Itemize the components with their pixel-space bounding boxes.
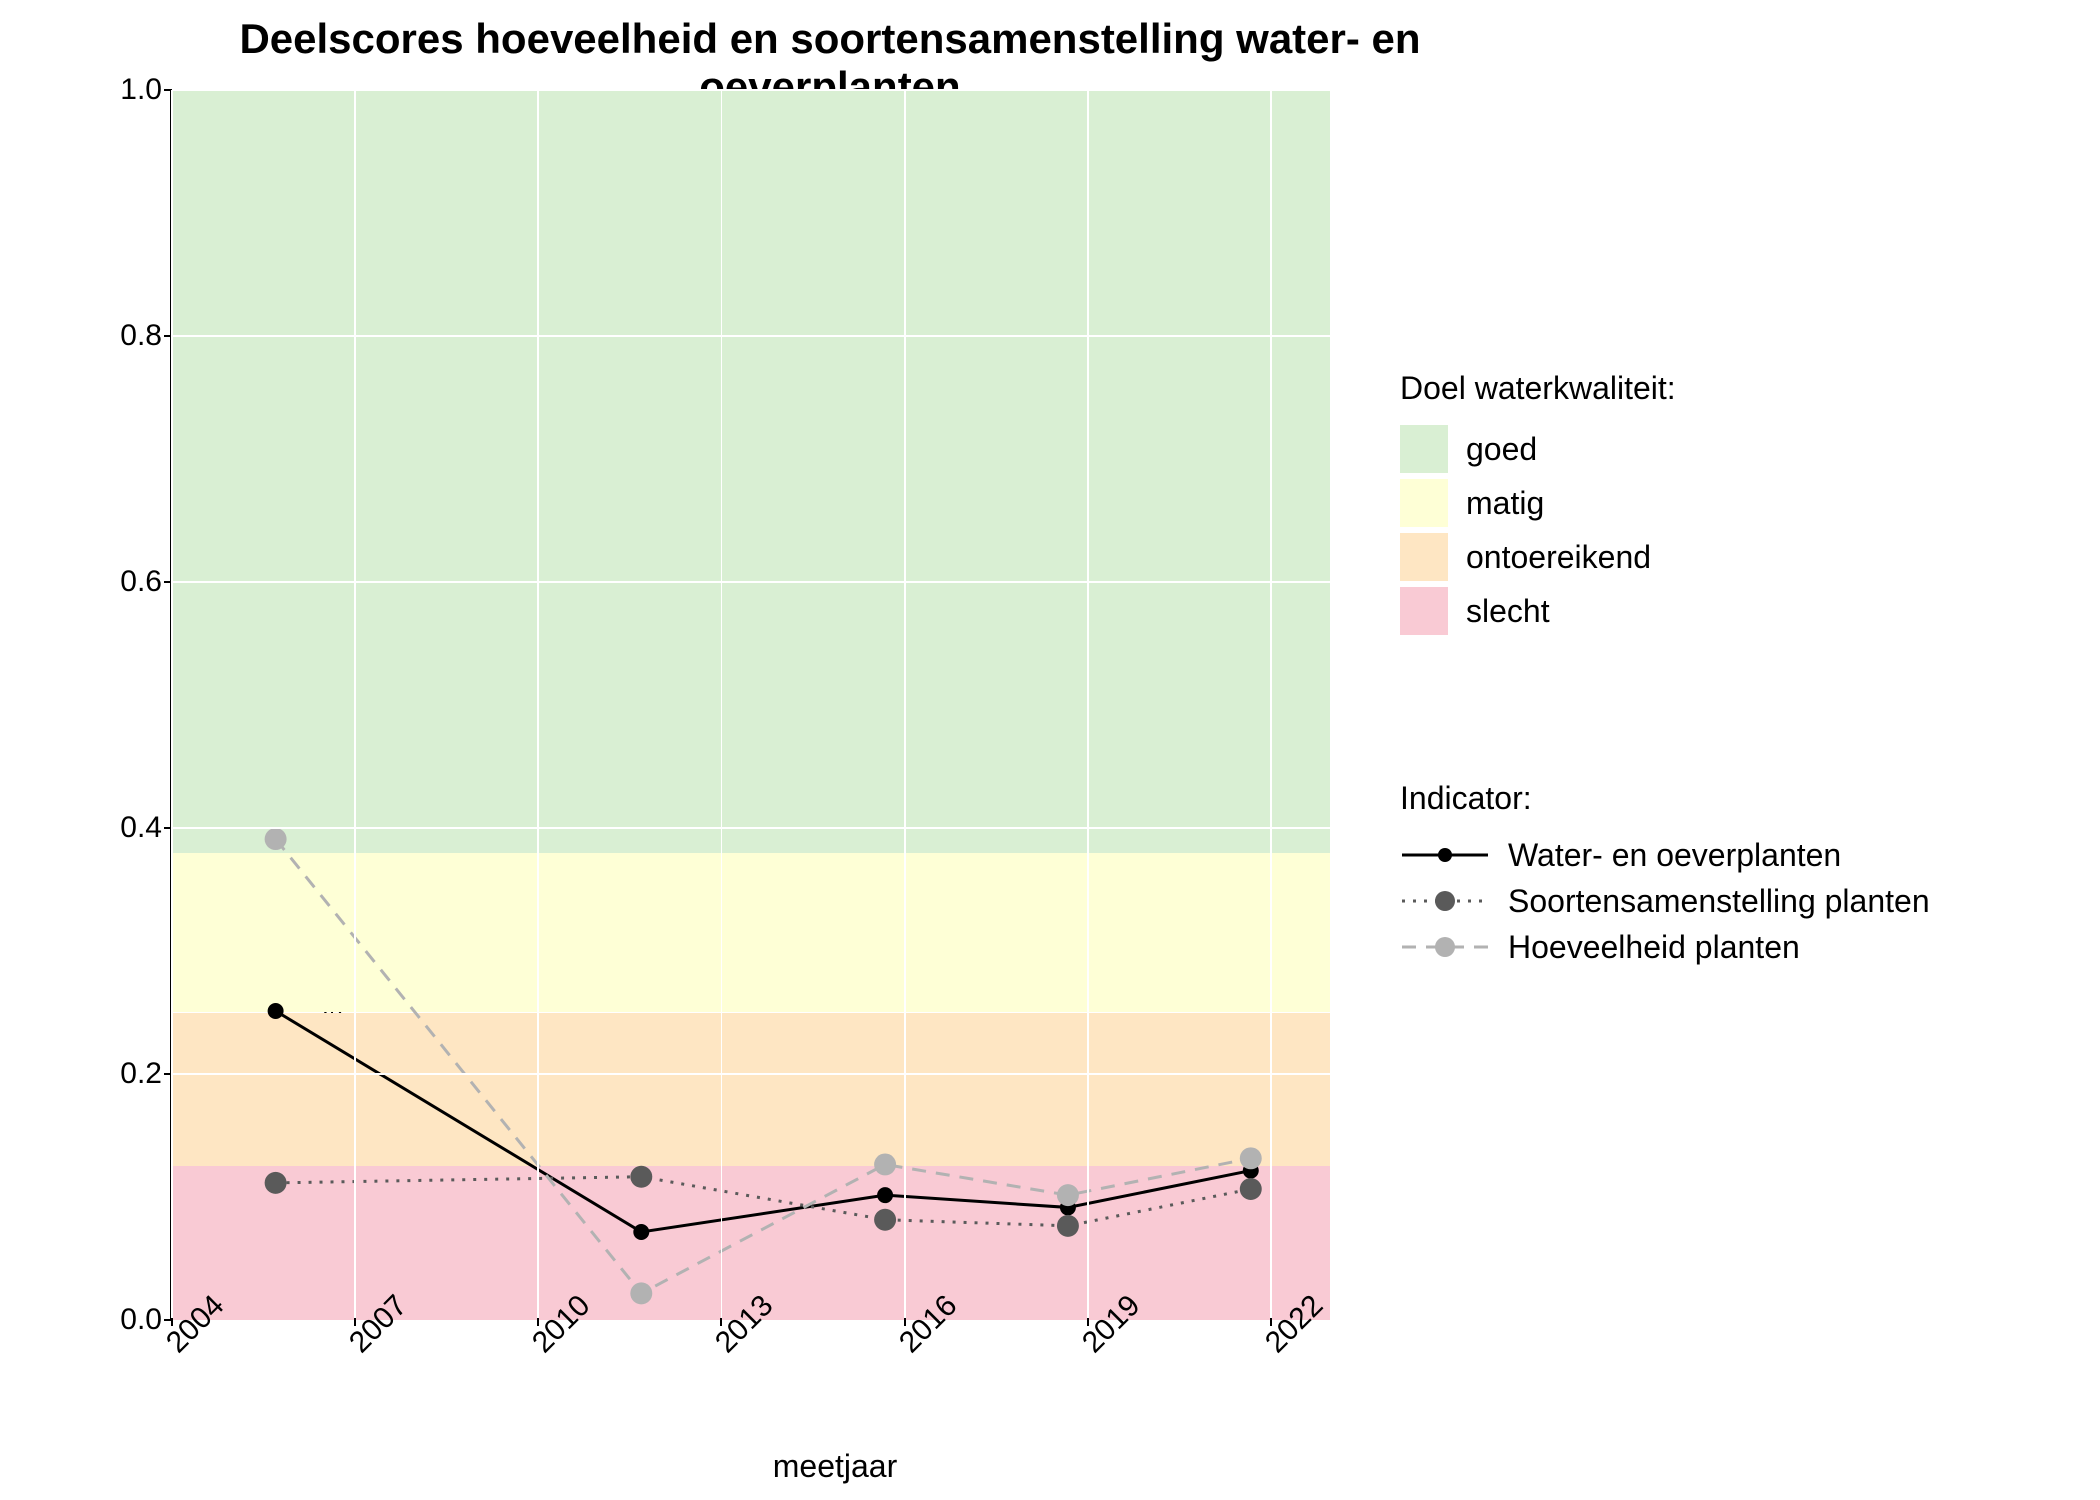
gridline-v <box>171 90 173 1318</box>
data-point <box>1240 1147 1262 1169</box>
ytick-label: 0.4 <box>120 811 172 845</box>
line-layer <box>172 90 1330 1318</box>
gridline-h <box>172 827 1330 829</box>
data-point <box>874 1153 896 1175</box>
data-point <box>874 1209 896 1231</box>
legend-swatch <box>1400 533 1448 581</box>
gridline-v <box>721 90 723 1318</box>
legend-series-row: Water- en oeverplanten <box>1400 835 1930 875</box>
series-line <box>276 839 1251 1293</box>
legend-series-row: Hoeveelheid planten <box>1400 927 1930 967</box>
legend-bands-title: Doel waterkwaliteit: <box>1400 370 1676 407</box>
x-axis-label: meetjaar <box>170 1448 1500 1485</box>
gridline-v <box>1087 90 1089 1318</box>
gridline-v <box>537 90 539 1318</box>
legend-bands: Doel waterkwaliteit: goed matig ontoereike… <box>1400 370 1676 641</box>
legend-band-label: slecht <box>1466 593 1550 630</box>
legend-swatch <box>1400 425 1448 473</box>
legend-line-swatch <box>1400 927 1490 967</box>
legend-line-swatch <box>1400 881 1490 921</box>
data-point <box>633 1224 649 1240</box>
legend-series-label: Hoeveelheid planten <box>1508 929 1800 966</box>
chart-container: Deelscores hoeveelheid en soortensamenst… <box>0 0 2100 1500</box>
legend-band-row: matig <box>1400 479 1676 527</box>
ytick-label: 0.8 <box>120 319 172 353</box>
data-point <box>877 1187 893 1203</box>
legend-series: Indicator: Water- en oeverplanten Soorten… <box>1400 780 1930 973</box>
legend-series-title: Indicator: <box>1400 780 1930 817</box>
data-point <box>265 1172 287 1194</box>
data-point <box>265 828 287 850</box>
legend-band-row: goed <box>1400 425 1676 473</box>
legend-band-label: goed <box>1466 431 1537 468</box>
gridline-h <box>172 335 1330 337</box>
gridline-h <box>172 581 1330 583</box>
gridline-h <box>172 89 1330 91</box>
data-point <box>1057 1184 1079 1206</box>
legend-swatch <box>1400 479 1448 527</box>
data-point <box>1057 1215 1079 1237</box>
gridline-v <box>904 90 906 1318</box>
legend-line-swatch <box>1400 835 1490 875</box>
data-point <box>630 1166 652 1188</box>
legend-series-label: Soortensamenstelling planten <box>1508 883 1930 920</box>
legend-series-row: Soortensamenstelling planten <box>1400 881 1930 921</box>
ytick-label: 0.6 <box>120 565 172 599</box>
legend-series-label: Water- en oeverplanten <box>1508 837 1841 874</box>
legend-band-label: matig <box>1466 485 1544 522</box>
data-point <box>1240 1178 1262 1200</box>
legend-band-row: ontoereikend <box>1400 533 1676 581</box>
data-point <box>268 1003 284 1019</box>
ytick-label: 1.0 <box>120 73 172 107</box>
series-line <box>276 1011 1251 1232</box>
gridline-v <box>354 90 356 1318</box>
gridline-h <box>172 1073 1330 1075</box>
gridline-v <box>1270 90 1272 1318</box>
legend-band-row: slecht <box>1400 587 1676 635</box>
plot-area: 0.00.20.40.60.81.02004200720102013201620… <box>170 90 1330 1320</box>
data-point <box>630 1282 652 1304</box>
ytick-label: 0.2 <box>120 1057 172 1091</box>
legend-band-label: ontoereikend <box>1466 539 1651 576</box>
legend-swatch <box>1400 587 1448 635</box>
